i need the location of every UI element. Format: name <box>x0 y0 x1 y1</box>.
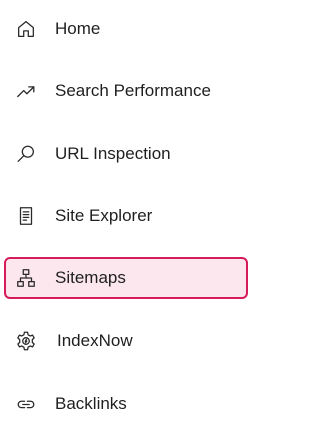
nav-item-backlinks[interactable]: Backlinks <box>4 383 248 425</box>
nav-item-label: Sitemaps <box>55 268 126 287</box>
link-icon <box>14 392 38 416</box>
nav-item-indexnow[interactable]: IndexNow <box>4 320 248 362</box>
gear-icon <box>14 329 38 353</box>
document-list-icon <box>14 204 38 228</box>
nav-item-label: Search Performance <box>55 81 211 100</box>
search-icon <box>14 142 38 166</box>
nav-item-label: IndexNow <box>57 331 133 350</box>
nav-item-label: Backlinks <box>55 394 127 413</box>
sidebar-nav: Home Search Performance URL Inspection S… <box>0 0 255 437</box>
sitemap-icon <box>14 266 38 290</box>
nav-item-sitemaps[interactable]: Sitemaps <box>4 257 248 299</box>
nav-item-url-inspection[interactable]: URL Inspection <box>4 133 248 175</box>
nav-item-label: Site Explorer <box>55 206 153 225</box>
home-icon <box>14 17 38 41</box>
nav-item-label: URL Inspection <box>55 144 171 163</box>
trend-up-icon <box>14 79 38 103</box>
nav-item-search-performance[interactable]: Search Performance <box>4 70 248 112</box>
nav-item-home[interactable]: Home <box>4 8 248 50</box>
nav-item-label: Home <box>55 19 101 38</box>
nav-item-site-explorer[interactable]: Site Explorer <box>4 195 248 237</box>
